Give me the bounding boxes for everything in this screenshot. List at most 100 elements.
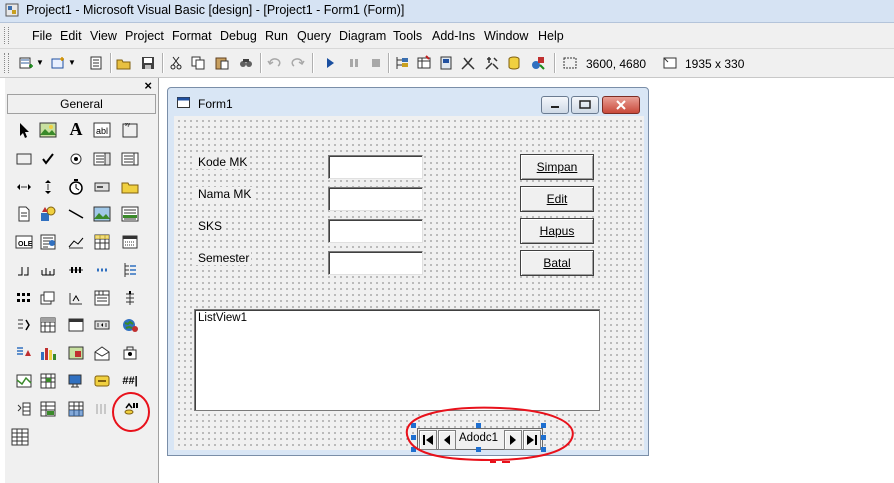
minimize-button[interactable] [541, 96, 569, 114]
undo-icon[interactable] [266, 55, 282, 71]
menu-format[interactable]: Format [172, 29, 212, 43]
dirlistbox-tool-icon[interactable] [121, 178, 139, 196]
toolbar-tool-icon[interactable] [67, 289, 85, 307]
kode-mk-field[interactable] [328, 155, 423, 179]
coolbar-tool-icon[interactable] [93, 316, 111, 334]
calendar-tool-icon[interactable] [121, 233, 139, 251]
data-tool-icon[interactable] [121, 205, 139, 223]
pointer-tool-icon[interactable] [15, 121, 33, 139]
menu-debug[interactable]: Debug [220, 29, 257, 43]
dropdown-arrow-icon-2[interactable]: ▼ [68, 55, 84, 71]
semester-field[interactable] [328, 251, 423, 275]
hscrollbar-tool-icon[interactable] [15, 178, 33, 196]
menu-tools[interactable]: Tools [393, 29, 422, 43]
menu-query[interactable]: Query [297, 29, 331, 43]
updown-tool-icon[interactable] [15, 261, 33, 279]
menu-window[interactable]: Window [484, 29, 528, 43]
drivelistbox-tool-icon[interactable] [93, 178, 111, 196]
comm-tool-icon[interactable] [121, 344, 139, 362]
tabstrip-tool-icon[interactable] [93, 289, 111, 307]
listview-tool-icon[interactable] [15, 289, 33, 307]
dblist-tool-icon[interactable] [67, 400, 85, 418]
chart-tool-icon[interactable] [67, 233, 85, 251]
picturebox-tool-icon[interactable] [39, 121, 57, 139]
nama-mk-field[interactable] [328, 187, 423, 211]
batal-button[interactable]: Batal [520, 250, 594, 276]
mapi-tool-icon[interactable] [93, 344, 111, 362]
menu-view[interactable]: View [90, 29, 117, 43]
inet-tool-icon[interactable] [93, 372, 111, 390]
imagelist-tool-icon[interactable] [39, 289, 57, 307]
menu-editor-icon[interactable] [88, 55, 104, 71]
maximize-button[interactable] [571, 96, 599, 114]
commandbutton-tool-icon[interactable] [15, 150, 33, 168]
open-project-icon[interactable] [116, 55, 132, 71]
script-tool-icon[interactable] [67, 372, 85, 390]
redo-icon[interactable] [290, 55, 306, 71]
sks-field[interactable] [328, 219, 423, 243]
listview1-control[interactable]: ListView1 [194, 309, 600, 411]
menu-help[interactable]: Help [538, 29, 564, 43]
listbox-tool-icon[interactable] [121, 150, 139, 168]
cut-icon[interactable] [168, 55, 184, 71]
picture-clip-tool-icon[interactable] [67, 344, 85, 362]
progressbar-tool-icon[interactable] [39, 261, 57, 279]
properties-window-icon[interactable] [416, 55, 432, 71]
menu-edit[interactable]: Edit [60, 29, 82, 43]
animation-tool-icon[interactable] [15, 316, 33, 334]
internet-tool-icon[interactable] [121, 316, 139, 334]
edit-button[interactable]: Edit [520, 186, 594, 212]
simpan-button[interactable]: Simpan [520, 154, 594, 180]
multimedia-tool-icon[interactable] [15, 344, 33, 362]
toolbox-close-icon[interactable]: × [144, 78, 152, 93]
close-button[interactable] [602, 96, 640, 114]
toolbar-grip[interactable] [4, 53, 9, 73]
break-icon[interactable] [346, 55, 362, 71]
ole-tool-icon[interactable]: OLE [15, 233, 33, 251]
component-manager-icon[interactable] [530, 55, 546, 71]
treeview-tool-icon[interactable] [121, 261, 139, 279]
richtext-tool-icon[interactable] [39, 233, 57, 251]
save-icon[interactable] [140, 55, 156, 71]
vscrollbar-tool-icon[interactable] [39, 178, 57, 196]
copy-icon[interactable] [190, 55, 206, 71]
timer-tool-icon[interactable] [67, 178, 85, 196]
optionbutton-tool-icon[interactable] [67, 150, 85, 168]
slider-tool-icon[interactable] [67, 261, 85, 279]
paste-icon[interactable] [214, 55, 230, 71]
sysinfo-tool-icon[interactable] [39, 372, 57, 390]
add-project-icon[interactable] [18, 55, 34, 71]
frame-tool-icon[interactable]: xy [121, 121, 139, 139]
hapus-button[interactable]: Hapus [520, 218, 594, 244]
menu-grip[interactable] [4, 27, 9, 44]
menu-diagram[interactable]: Diagram [339, 29, 386, 43]
menu-project[interactable]: Project [125, 29, 164, 43]
statusbar-tool-icon[interactable] [93, 261, 111, 279]
frame-window-tool-icon[interactable] [67, 316, 85, 334]
project-explorer-icon[interactable] [394, 55, 410, 71]
form-layout-icon[interactable] [438, 55, 454, 71]
menu-file[interactable]: File [32, 29, 52, 43]
datarepeater-tool-icon[interactable] [11, 428, 29, 446]
datagrid-tool-icon[interactable] [93, 233, 111, 251]
toolbox-tab-general[interactable]: General [7, 94, 156, 114]
menu-run[interactable]: Run [265, 29, 288, 43]
object-browser-icon[interactable] [460, 55, 476, 71]
winsock-tool-icon[interactable] [15, 372, 33, 390]
combobox-tool-icon[interactable] [93, 150, 111, 168]
add-form-icon[interactable] [50, 55, 66, 71]
toolbox-icon[interactable] [484, 55, 500, 71]
dbcombo-tool-icon[interactable] [39, 400, 57, 418]
mschart-tool-icon[interactable] [39, 344, 57, 362]
start-icon[interactable] [322, 55, 338, 71]
msflexgrid-tool-icon[interactable] [39, 316, 57, 334]
image-tool-icon[interactable] [93, 205, 111, 223]
filelistbox-tool-icon[interactable] [15, 205, 33, 223]
hflexgrid-tool-icon[interactable] [121, 289, 139, 307]
checkbox-tool-icon[interactable] [39, 150, 57, 168]
label-tool-icon[interactable]: A [67, 120, 85, 138]
end-icon[interactable] [368, 55, 384, 71]
line-tool-icon[interactable] [67, 205, 85, 223]
data-view-icon[interactable] [506, 55, 522, 71]
dbgrid-tool-icon[interactable] [15, 400, 33, 418]
